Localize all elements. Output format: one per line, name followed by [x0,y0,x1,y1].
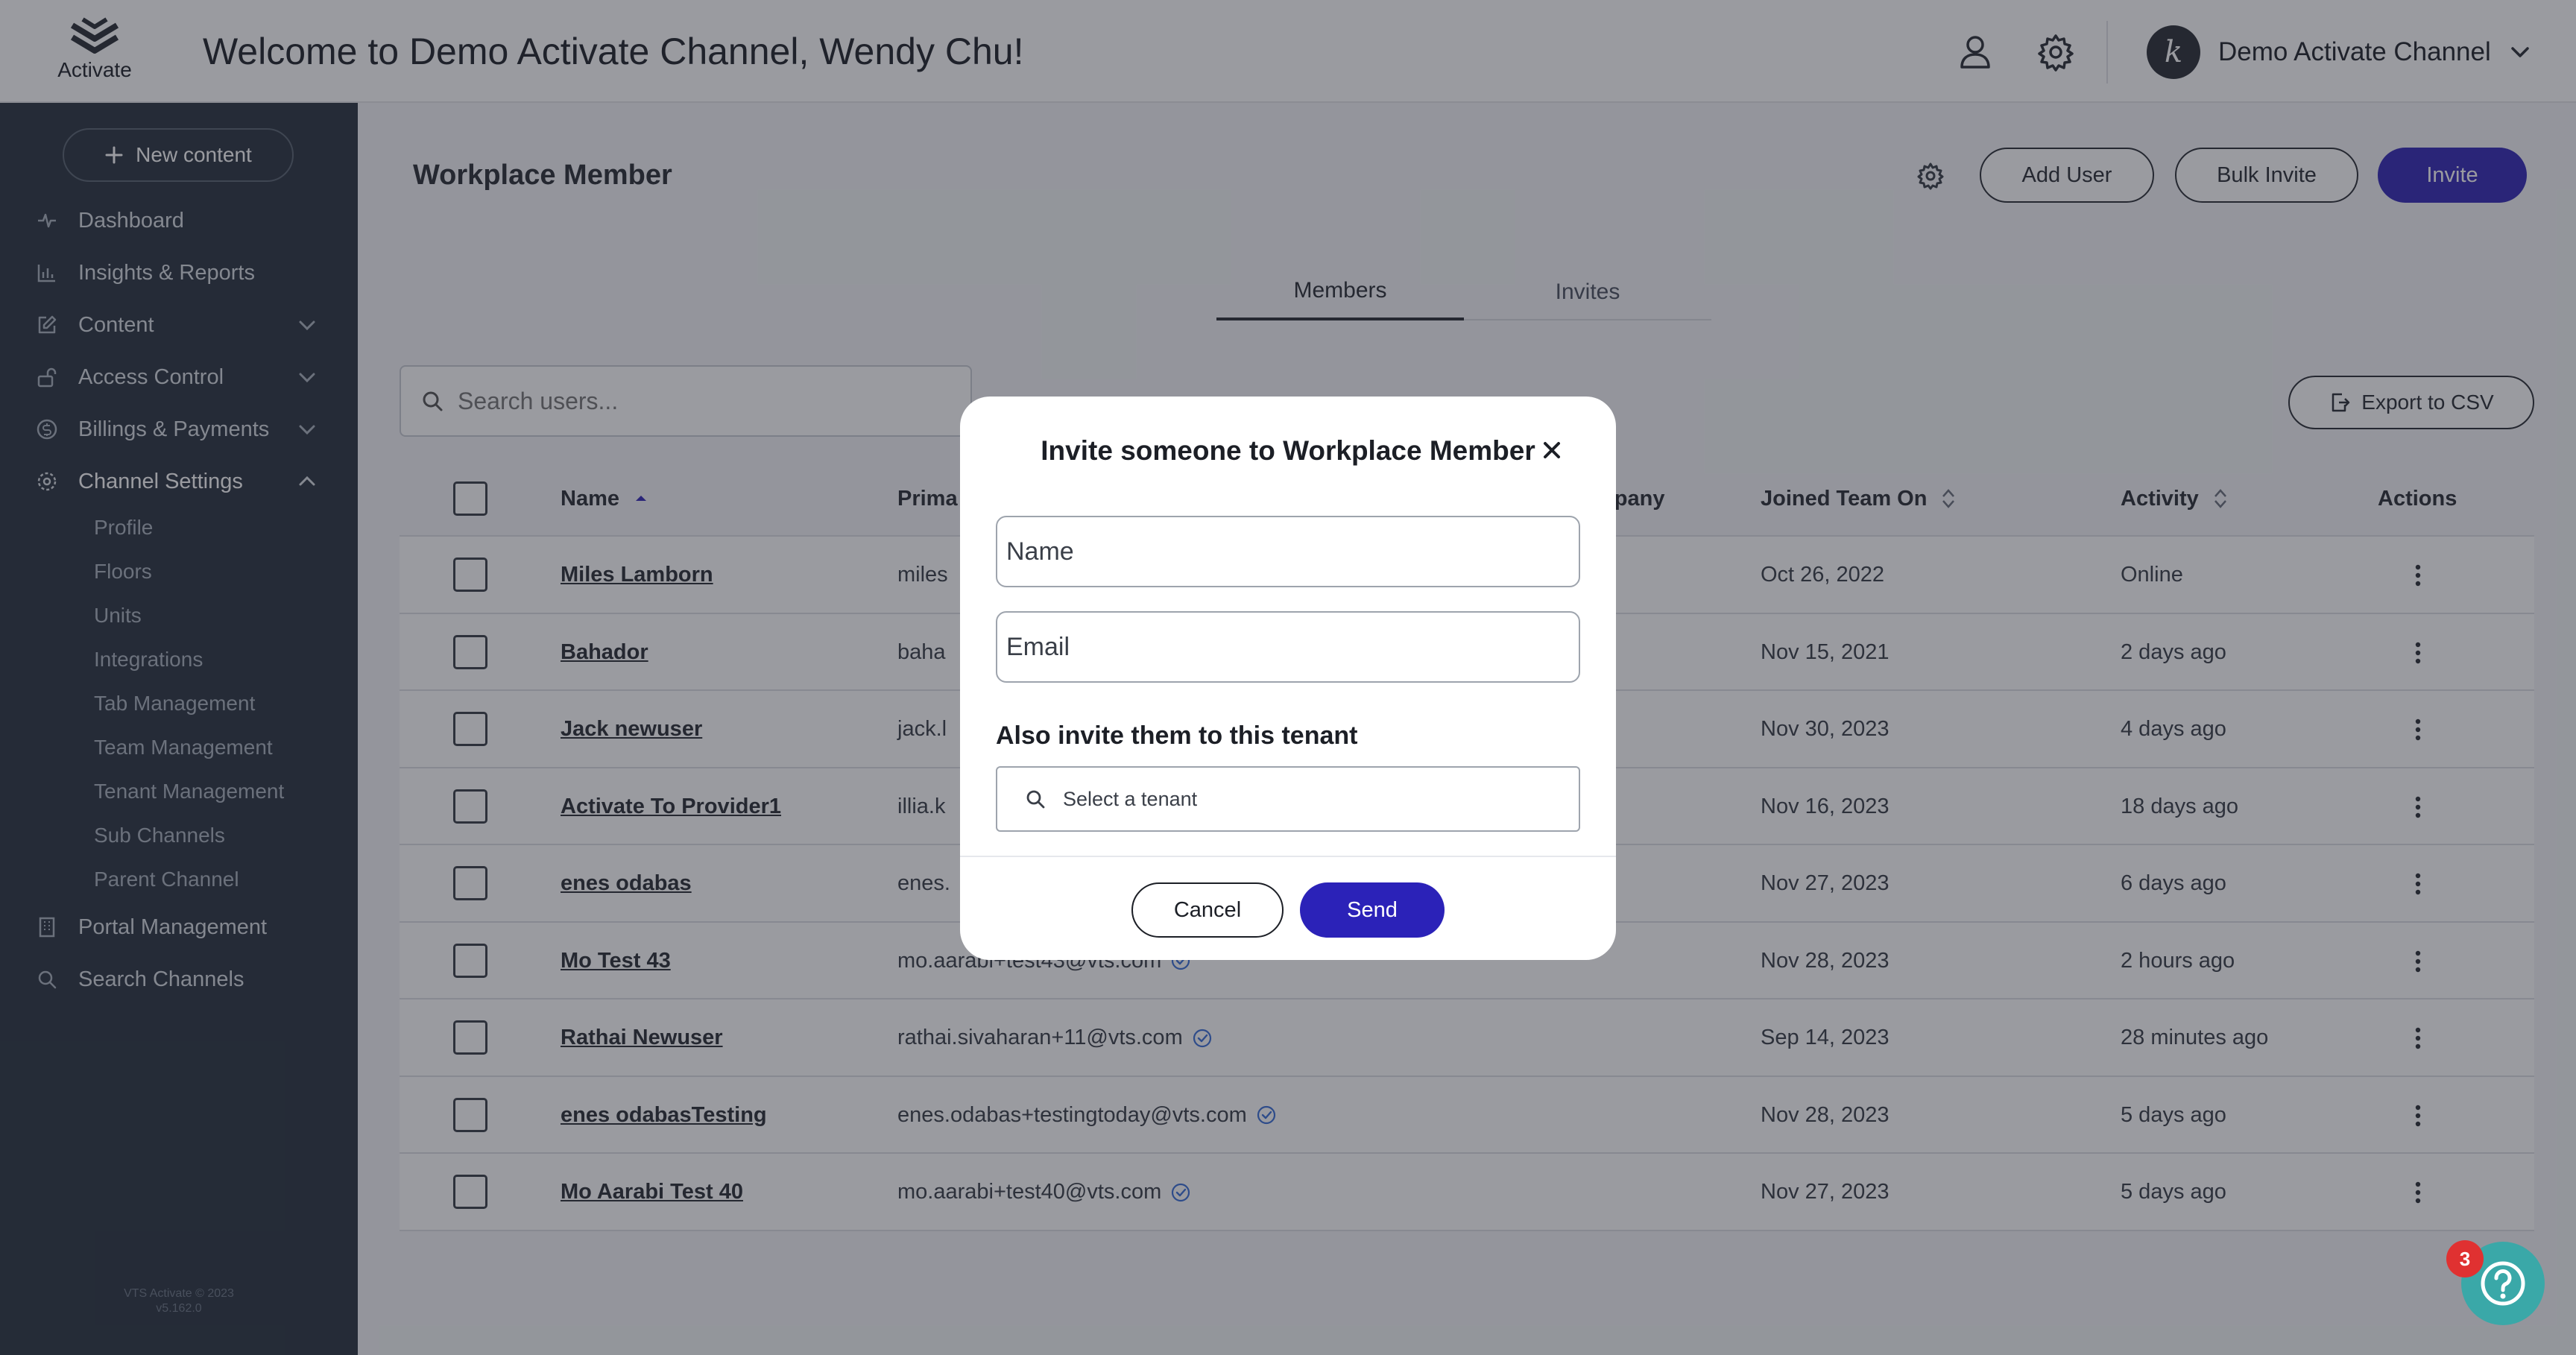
notification-badge: 3 [2446,1240,2484,1277]
email-field-wrapper [996,611,1580,683]
name-field-wrapper [996,516,1580,587]
close-icon[interactable] [1540,438,1564,462]
cancel-button[interactable]: Cancel [1131,882,1284,938]
send-button[interactable]: Send [1300,882,1445,938]
tenant-select[interactable]: Select a tenant [996,766,1580,832]
tenant-heading: Also invite them to this tenant [996,721,1358,750]
modal-divider [960,856,1616,857]
search-icon [1026,790,1045,809]
email-field[interactable] [997,632,1579,662]
invite-modal: Invite someone to Workplace Member Also … [960,397,1616,960]
name-field[interactable] [997,537,1579,566]
modal-title: Invite someone to Workplace Member [1041,435,1535,466]
tenant-select-placeholder: Select a tenant [1063,787,1198,810]
question-icon [2481,1261,2525,1306]
